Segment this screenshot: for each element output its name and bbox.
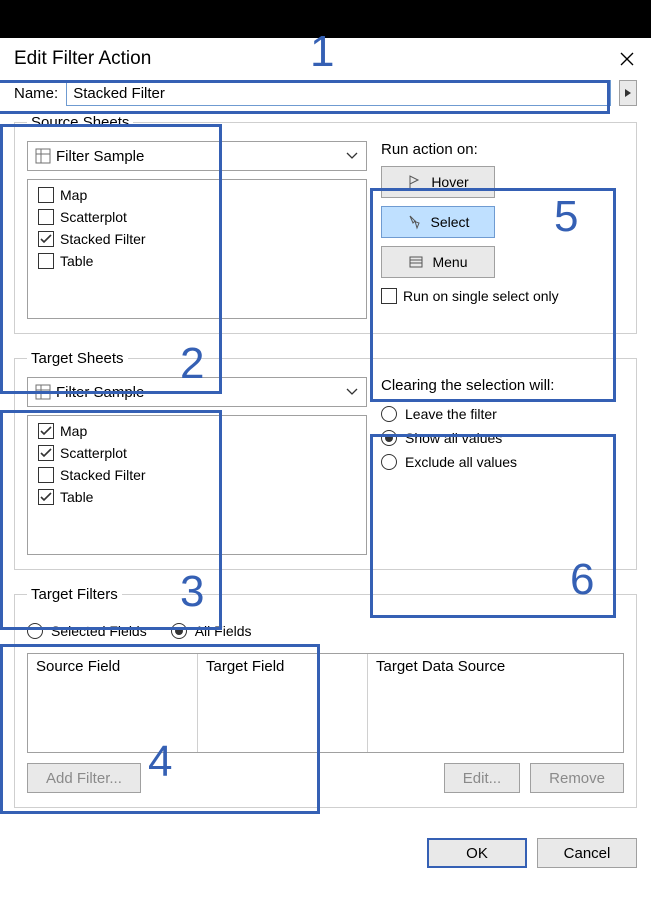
source-sheets-group: Source Sheets Filter Sample Map Scatterpl… [14,114,637,334]
name-input[interactable] [66,80,611,106]
remove-filter-button[interactable]: Remove [530,763,624,793]
target-sheet-item[interactable]: Map [28,420,366,442]
run-action-hover-button[interactable]: Hover [381,166,495,198]
menu-icon [408,254,424,270]
ok-button[interactable]: OK [427,838,527,868]
run-action-menu-button[interactable]: Menu [381,246,495,278]
checkbox-icon [38,467,54,483]
dialog-title: Edit Filter Action [14,48,617,70]
radio-icon [381,454,397,470]
target-filters-group: Target Filters Selected Fields All Fields… [14,586,637,808]
title-bar: Edit Filter Action [0,38,651,76]
add-filter-button[interactable]: Add Filter... [27,763,141,793]
source-sheet-label: Scatterplot [60,209,127,225]
clearing-title: Clearing the selection will: [381,377,624,394]
source-workbook-dropdown[interactable]: Filter Sample [27,141,367,171]
checkbox-icon [38,489,54,505]
edit-filter-button[interactable]: Edit... [444,763,520,793]
target-sheets-list: Map Scatterplot Stacked Filter Table [27,415,367,555]
clearing-option[interactable]: Exclude all values [381,450,624,474]
chevron-down-icon [344,148,360,164]
filter-scope-label: All Fields [195,623,252,639]
checkbox-icon [38,253,54,269]
radio-icon [381,430,397,446]
target-filters-grid: Source Field Target Field Target Data So… [27,653,624,753]
radio-icon [171,623,187,639]
window-top-bar [0,0,651,38]
checkbox-icon [38,423,54,439]
run-action-select-button[interactable]: Select [381,206,495,238]
target-sheet-label: Table [60,489,93,505]
cancel-button[interactable]: Cancel [537,838,637,868]
source-sheet-label: Stacked Filter [60,231,146,247]
target-workbook-label: Filter Sample [56,384,344,401]
source-sheet-item[interactable]: Map [28,184,366,206]
target-sheets-legend: Target Sheets [27,350,128,367]
single-select-label: Run on single select only [403,288,559,304]
target-sheet-item[interactable]: Table [28,486,366,508]
checkbox-icon [38,187,54,203]
single-select-checkbox[interactable] [381,288,397,304]
name-menu-button[interactable] [619,80,637,106]
checkbox-icon [38,231,54,247]
run-action-label: Hover [431,174,468,190]
target-sheets-group: Target Sheets Filter Sample Map Scatterpl… [14,350,637,570]
run-action-title: Run action on: [381,141,624,158]
filter-scope-option[interactable]: Selected Fields [27,619,147,643]
clearing-option-label: Leave the filter [405,406,497,422]
hover-icon [407,174,423,190]
close-icon [620,52,634,66]
run-action-label: Select [431,214,470,230]
target-sheet-label: Map [60,423,87,439]
checkbox-icon [38,209,54,225]
clearing-option-label: Show all values [405,430,502,446]
source-sheet-item[interactable]: Stacked Filter [28,228,366,250]
grid-col-datasource: Target Data Source [368,654,623,752]
triangle-right-icon [624,88,632,98]
sheet-icon [34,147,52,165]
radio-icon [381,406,397,422]
target-filters-legend: Target Filters [27,586,122,603]
grid-col-target: Target Field [198,654,368,752]
filter-scope-option[interactable]: All Fields [171,619,252,643]
source-sheet-item[interactable]: Table [28,250,366,272]
sheet-icon [34,383,52,401]
close-button[interactable] [617,49,637,69]
source-sheets-legend: Source Sheets [27,114,133,131]
source-workbook-label: Filter Sample [56,148,344,165]
target-sheet-item[interactable]: Stacked Filter [28,464,366,486]
run-action-label: Menu [432,254,467,270]
clearing-option[interactable]: Leave the filter [381,402,624,426]
source-sheet-label: Table [60,253,93,269]
target-sheet-label: Stacked Filter [60,467,146,483]
select-icon [407,214,423,230]
source-sheet-label: Map [60,187,87,203]
target-sheet-label: Scatterplot [60,445,127,461]
name-label: Name: [14,85,58,102]
chevron-down-icon [344,384,360,400]
source-sheets-list: Map Scatterplot Stacked Filter Table [27,179,367,319]
grid-col-source: Source Field [28,654,198,752]
target-sheet-item[interactable]: Scatterplot [28,442,366,464]
clearing-option[interactable]: Show all values [381,426,624,450]
clearing-option-label: Exclude all values [405,454,517,470]
filter-scope-label: Selected Fields [51,623,147,639]
radio-icon [27,623,43,639]
checkbox-icon [38,445,54,461]
source-sheet-item[interactable]: Scatterplot [28,206,366,228]
target-workbook-dropdown[interactable]: Filter Sample [27,377,367,407]
